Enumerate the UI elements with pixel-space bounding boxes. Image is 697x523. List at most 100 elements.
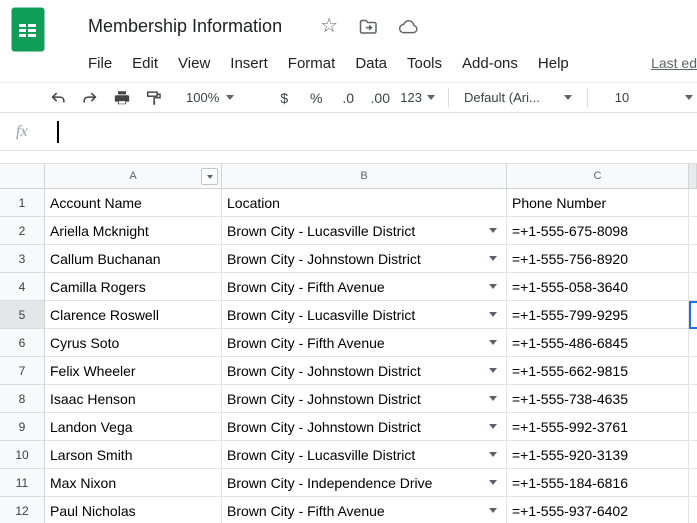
cell-d-partial[interactable] xyxy=(689,273,697,301)
zoom-select[interactable]: 100% xyxy=(186,86,234,110)
dropdown-arrow-icon[interactable] xyxy=(489,508,497,513)
cell-phone[interactable]: =+1-555-058-3640 xyxy=(507,273,689,301)
cell-d-partial[interactable] xyxy=(689,469,697,497)
menu-file[interactable]: File xyxy=(78,55,122,72)
row-header[interactable]: 2 xyxy=(0,217,45,245)
cell-d-partial[interactable] xyxy=(689,357,697,385)
decrease-decimal-button[interactable]: .0 xyxy=(336,86,360,110)
document-title[interactable]: Membership Information xyxy=(88,16,282,37)
last-edit-link[interactable]: Last ed xyxy=(651,55,697,71)
cell-d-partial[interactable] xyxy=(689,245,697,273)
font-family-select[interactable]: Default (Ari... xyxy=(462,86,574,110)
row-header[interactable]: 3 xyxy=(0,245,45,273)
cell-phone[interactable]: =+1-555-662-9815 xyxy=(507,357,689,385)
font-size-select[interactable]: 10 xyxy=(611,86,633,110)
dropdown-arrow-icon[interactable] xyxy=(489,480,497,485)
format-percent-button[interactable]: % xyxy=(304,86,328,110)
cell-phone[interactable]: Phone Number xyxy=(507,189,689,217)
row-header[interactable]: 1 xyxy=(0,189,45,217)
formula-input[interactable] xyxy=(28,113,697,150)
cell-name[interactable]: Cyrus Soto xyxy=(45,329,222,357)
cell-location[interactable]: Brown City - Johnstown District xyxy=(222,385,507,413)
paint-format-button[interactable] xyxy=(142,86,166,110)
cell-name[interactable]: Felix Wheeler xyxy=(45,357,222,385)
dropdown-arrow-icon[interactable] xyxy=(489,396,497,401)
font-size-dropdown-arrow-icon[interactable] xyxy=(685,95,693,100)
dropdown-arrow-icon[interactable] xyxy=(489,452,497,457)
cell-d-partial[interactable] xyxy=(689,413,697,441)
row-header[interactable]: 10 xyxy=(0,441,45,469)
print-button[interactable] xyxy=(110,86,134,110)
cell-location[interactable]: Brown City - Fifth Avenue xyxy=(222,497,507,523)
undo-button[interactable] xyxy=(46,86,70,110)
dropdown-arrow-icon[interactable] xyxy=(489,228,497,233)
cell-phone[interactable]: =+1-555-486-6845 xyxy=(507,329,689,357)
cell-d-partial[interactable] xyxy=(689,441,697,469)
cell-location[interactable]: Brown City - Lucasville District xyxy=(222,441,507,469)
cell-phone[interactable]: =+1-555-738-4635 xyxy=(507,385,689,413)
cell-name[interactable]: Callum Buchanan xyxy=(45,245,222,273)
column-header-b[interactable]: B xyxy=(222,163,507,189)
cell-d-partial[interactable] xyxy=(689,217,697,245)
cell-name[interactable]: Ariella Mcknight xyxy=(45,217,222,245)
cell-location[interactable]: Location xyxy=(222,189,507,217)
cell-location[interactable]: Brown City - Johnstown District xyxy=(222,413,507,441)
cell-phone[interactable]: =+1-555-756-8920 xyxy=(507,245,689,273)
cell-phone[interactable]: =+1-555-675-8098 xyxy=(507,217,689,245)
cell-name[interactable]: Clarence Roswell xyxy=(45,301,222,329)
star-icon[interactable]: ☆ xyxy=(320,16,338,36)
filter-button[interactable] xyxy=(201,168,218,185)
sheets-logo[interactable] xyxy=(11,7,45,57)
row-header[interactable]: 4 xyxy=(0,273,45,301)
menu-addons[interactable]: Add-ons xyxy=(452,55,528,72)
redo-button[interactable] xyxy=(78,86,102,110)
cell-name[interactable]: Account Name xyxy=(45,189,222,217)
cell-d-partial[interactable] xyxy=(689,497,697,523)
cloud-status-icon[interactable] xyxy=(398,18,419,35)
menu-data[interactable]: Data xyxy=(345,55,397,72)
cell-location[interactable]: Brown City - Fifth Avenue xyxy=(222,329,507,357)
cell-location[interactable]: Brown City - Lucasville District xyxy=(222,217,507,245)
cell-name[interactable]: Paul Nicholas xyxy=(45,497,222,523)
menu-help[interactable]: Help xyxy=(528,55,579,72)
format-currency-button[interactable]: $ xyxy=(272,86,296,110)
column-header-a[interactable]: A xyxy=(45,163,222,189)
cell-location[interactable]: Brown City - Lucasville District xyxy=(222,301,507,329)
row-header[interactable]: 6 xyxy=(0,329,45,357)
cell-phone[interactable]: =+1-555-920-3139 xyxy=(507,441,689,469)
row-header[interactable]: 11 xyxy=(0,469,45,497)
cell-phone[interactable]: =+1-555-184-6816 xyxy=(507,469,689,497)
dropdown-arrow-icon[interactable] xyxy=(489,284,497,289)
dropdown-arrow-icon[interactable] xyxy=(489,256,497,261)
cell-name[interactable]: Camilla Rogers xyxy=(45,273,222,301)
increase-decimal-button[interactable]: .00 xyxy=(368,86,392,110)
cell-phone[interactable]: =+1-555-937-6402 xyxy=(507,497,689,523)
cell-location[interactable]: Brown City - Johnstown District xyxy=(222,357,507,385)
cell-location[interactable]: Brown City - Independence Drive xyxy=(222,469,507,497)
dropdown-arrow-icon[interactable] xyxy=(489,424,497,429)
menu-tools[interactable]: Tools xyxy=(397,55,452,72)
cell-d-partial[interactable] xyxy=(689,189,697,217)
cell-name[interactable]: Landon Vega xyxy=(45,413,222,441)
column-header-d-partial[interactable] xyxy=(689,163,697,189)
cell-name[interactable]: Max Nixon xyxy=(45,469,222,497)
row-header[interactable]: 7 xyxy=(0,357,45,385)
row-header-selected[interactable]: 5 xyxy=(0,301,45,329)
menu-view[interactable]: View xyxy=(168,55,220,72)
menu-insert[interactable]: Insert xyxy=(220,55,278,72)
cell-name[interactable]: Larson Smith xyxy=(45,441,222,469)
row-header[interactable]: 9 xyxy=(0,413,45,441)
menu-edit[interactable]: Edit xyxy=(122,55,168,72)
cell-phone[interactable]: =+1-555-992-3761 xyxy=(507,413,689,441)
cell-name[interactable]: Isaac Henson xyxy=(45,385,222,413)
more-formats-button[interactable]: 123 xyxy=(400,86,435,110)
dropdown-arrow-icon[interactable] xyxy=(489,368,497,373)
move-folder-icon[interactable] xyxy=(358,16,378,36)
row-header[interactable]: 8 xyxy=(0,385,45,413)
column-header-c[interactable]: C xyxy=(507,163,689,189)
cell-location[interactable]: Brown City - Fifth Avenue xyxy=(222,273,507,301)
row-header[interactable]: 12 xyxy=(0,497,45,523)
dropdown-arrow-icon[interactable] xyxy=(489,340,497,345)
select-all-corner[interactable] xyxy=(0,163,45,189)
cell-phone[interactable]: =+1-555-799-9295 xyxy=(507,301,689,329)
